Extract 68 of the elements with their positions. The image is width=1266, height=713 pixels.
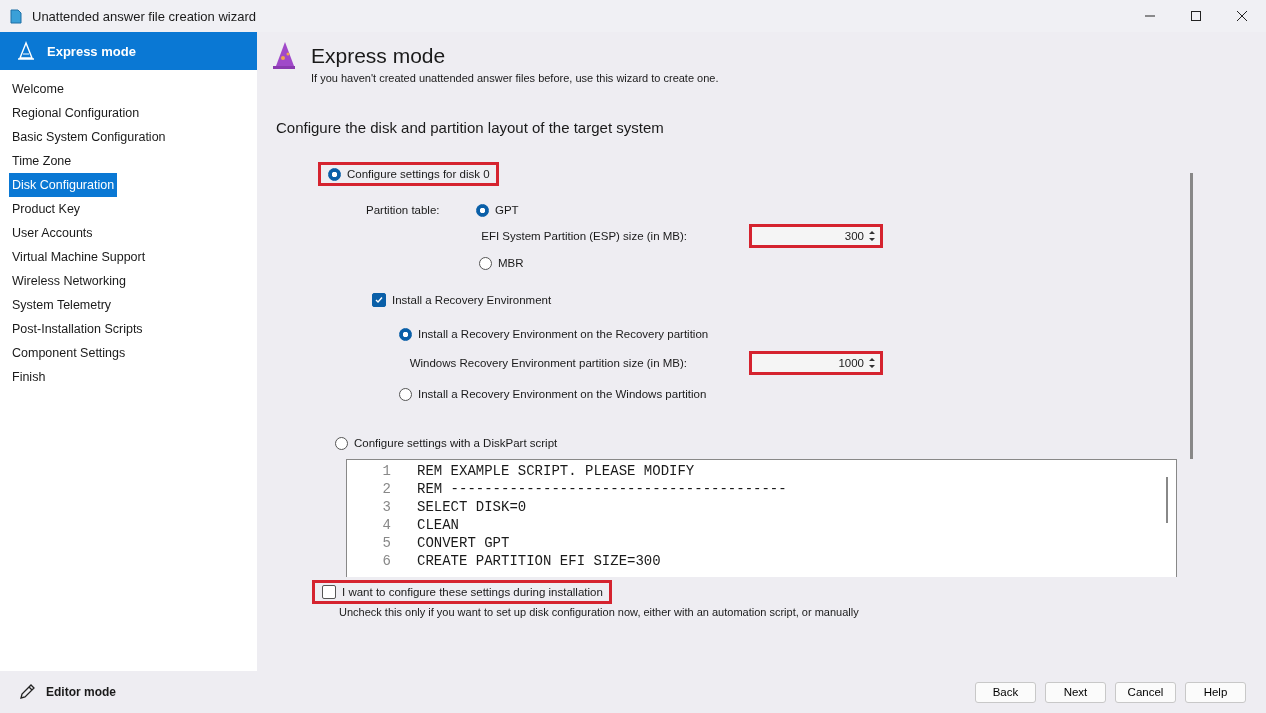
- radio-button[interactable]: [476, 203, 489, 217]
- diskpart-radio-option[interactable]: Configure settings with a DiskPart script: [325, 431, 567, 455]
- hint-text: Uncheck this only if you want to set up disk configuration now, either with an automation script, or manually: [339, 606, 860, 618]
- mode-header: Express mode: [0, 32, 257, 70]
- winre-size-label: Windows Recovery Environment partition size (in MB):: [408, 357, 687, 369]
- partition-table-label: Partition table:: [366, 204, 441, 216]
- code-line: CREATE PARTITION EFI SIZE=300: [417, 552, 661, 570]
- recovery-radio-option[interactable]: Install a Recovery Environment on the Windows partition: [389, 382, 716, 406]
- sidebar-item[interactable]: Virtual Machine Support: [9, 245, 149, 269]
- winre-size-field[interactable]: 1000: [749, 351, 883, 375]
- wizard-button[interactable]: Next: [1045, 681, 1106, 703]
- line-number: 5: [381, 534, 392, 552]
- scrollbar-thumb[interactable]: [1190, 173, 1193, 459]
- editor-mode-link[interactable]: Editor mode: [18, 683, 116, 701]
- radio-button[interactable]: [399, 387, 412, 401]
- sidebar-item[interactable]: Basic System Configuration: [9, 125, 169, 149]
- radio-button[interactable]: [399, 327, 412, 341]
- line-number: 4: [381, 516, 392, 534]
- sidebar-item[interactable]: Regional Configuration: [9, 101, 143, 125]
- sidebar-item[interactable]: Welcome: [9, 77, 67, 101]
- spinner-arrows-icon[interactable]: [868, 356, 876, 370]
- esp-size-field[interactable]: 300: [749, 224, 883, 248]
- code-line: REM ----------------------------------------: [417, 480, 787, 498]
- spinner-arrows-icon[interactable]: [868, 229, 876, 243]
- maximize-icon[interactable]: [1190, 10, 1202, 22]
- esp-size-label: EFI System Partition (ESP) size (in MB):: [480, 230, 687, 242]
- install-time-checkbox-option[interactable]: I want to configure these settings during installation: [312, 580, 612, 604]
- sidebar-item[interactable]: User Accounts: [9, 221, 96, 245]
- sidebar-item[interactable]: Finish: [9, 365, 49, 389]
- radio-button[interactable]: [479, 256, 492, 270]
- line-number: 3: [381, 498, 392, 516]
- partition-radio-option[interactable]: MBR: [469, 251, 533, 275]
- sidebar-item[interactable]: Time Zone: [9, 149, 75, 173]
- code-line: REM EXAMPLE SCRIPT. PLEASE MODIFY: [417, 462, 695, 480]
- sidebar-item[interactable]: System Telemetry: [9, 293, 115, 317]
- checkbox[interactable]: [372, 293, 386, 307]
- code-line: CONVERT GPT: [417, 534, 510, 552]
- radio-button[interactable]: [328, 167, 341, 181]
- line-number: 2: [381, 480, 392, 498]
- sidebar-item[interactable]: Wireless Networking: [9, 269, 129, 293]
- section-title: Configure the disk and partition layout of the target system: [276, 119, 665, 136]
- script-editor[interactable]: 1 REM EXAMPLE SCRIPT. PLEASE MODIFY 2 REM ---------------------------------------- 3 SELECT DISK=0 4 CLEAN 5 CONVERT GPT 6 CREATE PARTITION EFI SIZE=300: [346, 459, 1177, 577]
- document-icon: [10, 8, 22, 24]
- page-subtitle: If you haven't created unattended answer files before, use this wizard to create one.: [311, 72, 719, 84]
- partition-radio-option[interactable]: GPT: [466, 198, 528, 222]
- disk-radio-option[interactable]: Configure settings for disk 0: [318, 162, 499, 186]
- wizard-button[interactable]: Help: [1185, 681, 1246, 703]
- wizard-button[interactable]: Back: [975, 681, 1036, 703]
- sidebar-item[interactable]: Component Settings: [9, 341, 129, 365]
- code-line: CLEAN: [417, 516, 459, 534]
- line-number: 6: [381, 552, 392, 570]
- page-title: Express mode: [311, 44, 447, 68]
- recovery-checkbox-option[interactable]: Install a Recovery Environment: [362, 288, 561, 312]
- wizard-button[interactable]: Cancel: [1115, 681, 1176, 703]
- sidebar-item[interactable]: Disk Configuration: [9, 173, 118, 197]
- checkbox[interactable]: [322, 585, 336, 599]
- sidebar-item[interactable]: Product Key: [9, 197, 84, 221]
- sidebar-item[interactable]: Post-Installation Scripts: [9, 317, 146, 341]
- close-icon[interactable]: [1236, 10, 1248, 22]
- recovery-radio-option[interactable]: Install a Recovery Environment on the Recovery partition: [389, 322, 718, 346]
- checkmark-icon: [374, 295, 384, 305]
- scrollbar-thumb[interactable]: [1166, 477, 1168, 523]
- window-title: Unattended answer file creation wizard: [32, 8, 256, 24]
- wizard-hat-icon: [16, 41, 36, 61]
- radio-button[interactable]: [335, 436, 348, 450]
- code-line: SELECT DISK=0: [417, 498, 527, 516]
- pencil-icon: [18, 683, 36, 701]
- line-number: 1: [381, 462, 392, 480]
